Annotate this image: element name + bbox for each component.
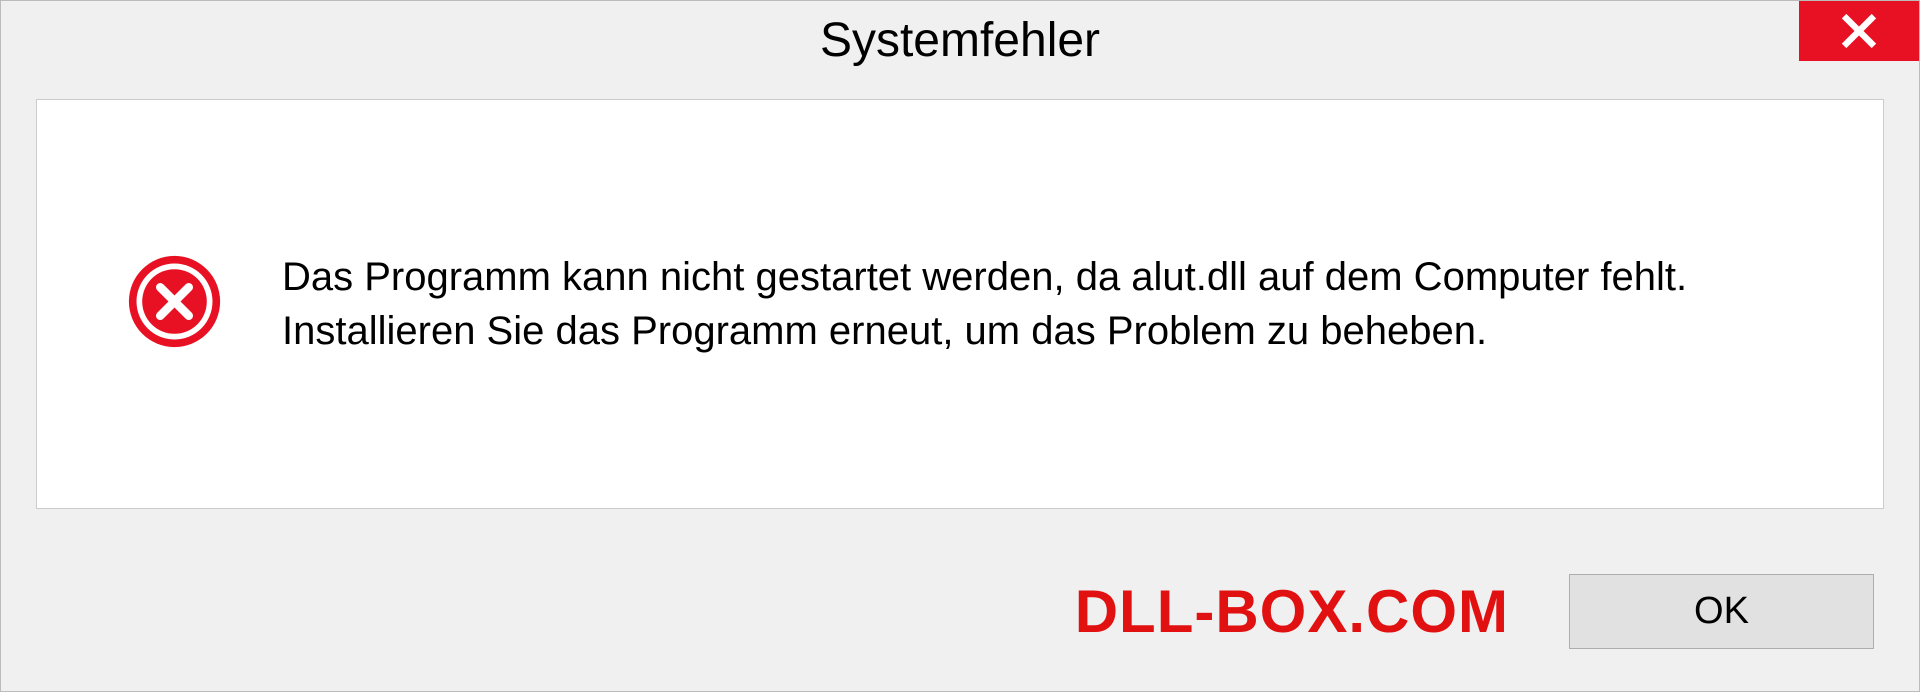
content-panel: Das Programm kann nicht gestartet werden…: [36, 99, 1884, 509]
error-icon: [127, 254, 222, 354]
watermark-text: DLL-BOX.COM: [1075, 577, 1509, 646]
footer: DLL-BOX.COM OK: [1, 531, 1919, 691]
ok-button[interactable]: OK: [1569, 574, 1874, 649]
error-dialog: Systemfehler Das Programm kann nicht ges…: [0, 0, 1920, 692]
titlebar: Systemfehler: [1, 1, 1919, 79]
dialog-title: Systemfehler: [820, 13, 1100, 68]
close-button[interactable]: [1799, 1, 1919, 61]
close-icon: [1840, 12, 1878, 50]
error-message: Das Programm kann nicht gestartet werden…: [282, 250, 1813, 358]
